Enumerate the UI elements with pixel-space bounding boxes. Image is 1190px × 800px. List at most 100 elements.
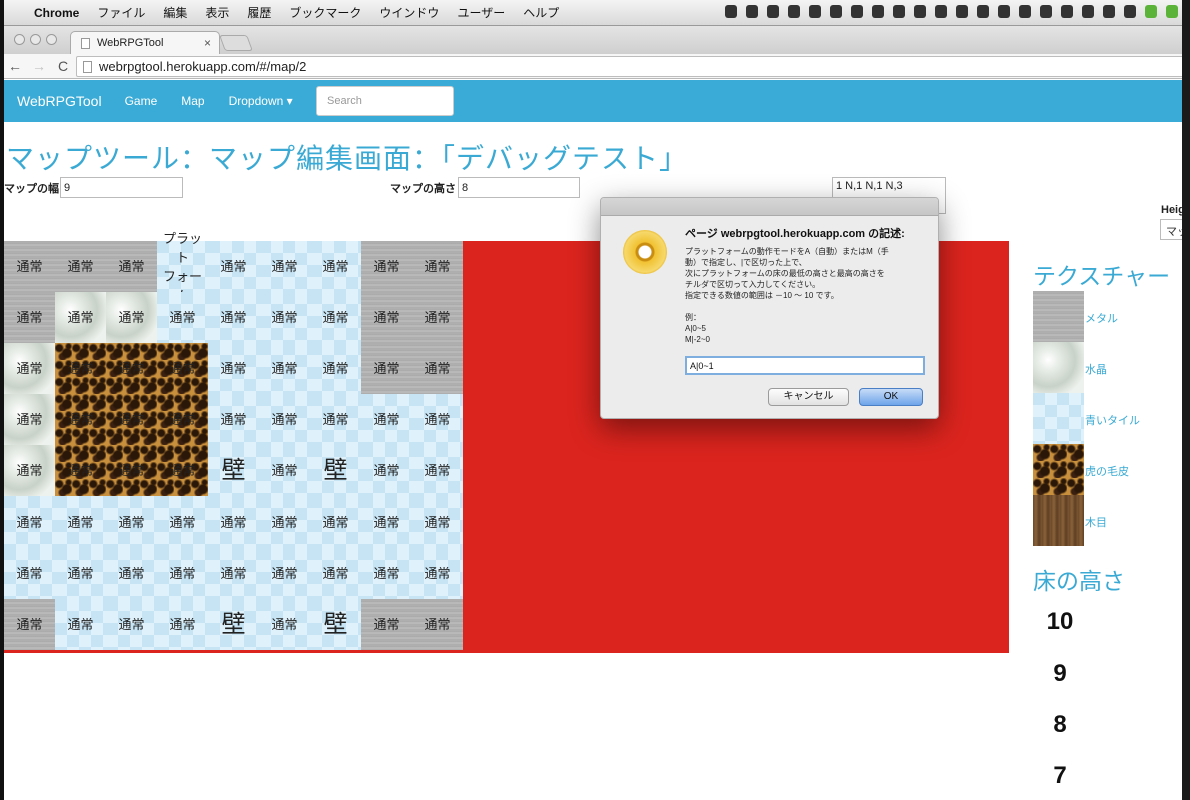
texture-label-crystal[interactable]: 水晶 (1085, 361, 1107, 377)
tray-icon[interactable] (872, 5, 884, 18)
browser-tab[interactable]: WebRPGTool × (70, 31, 220, 54)
zoom-window-button[interactable] (46, 34, 57, 45)
map-cell[interactable]: 通常 (310, 547, 361, 599)
map-cell[interactable]: 通常 (412, 598, 463, 650)
map-cell[interactable]: 通常 (106, 292, 157, 344)
menu-history[interactable]: 履歴 (247, 4, 271, 21)
map-cell[interactable]: 通常 (4, 598, 55, 650)
map-cell[interactable]: 通常 (55, 241, 106, 293)
menu-view[interactable]: 表示 (205, 4, 229, 21)
map-cell[interactable]: 通常 (310, 241, 361, 293)
map-cell[interactable]: 通常 (55, 292, 106, 344)
new-tab-button[interactable] (219, 35, 253, 51)
texture-label-metal[interactable]: メタル (1085, 310, 1118, 326)
map-cell[interactable]: 通常 (208, 241, 259, 293)
map-cell[interactable]: 通常 (259, 496, 310, 548)
map-cell[interactable]: 通常 (106, 445, 157, 497)
tray-icon[interactable] (1103, 5, 1115, 18)
map-cell[interactable]: 通常 (412, 343, 463, 395)
map-cell[interactable]: 通常 (361, 343, 412, 395)
map-cell[interactable]: 通常 (157, 292, 208, 344)
texture-swatch-wood-grain[interactable] (1033, 495, 1084, 546)
tray-icon[interactable] (1061, 5, 1073, 18)
menu-user[interactable]: ユーザー (457, 4, 505, 21)
map-cell[interactable]: 壁 (310, 445, 361, 497)
texture-swatch-crystal[interactable] (1033, 342, 1084, 393)
texture-swatch-metal[interactable] (1033, 291, 1084, 342)
map-cell[interactable]: 通常 (361, 598, 412, 650)
map-cell[interactable]: 通常 (310, 292, 361, 344)
menu-file[interactable]: ファイル (97, 4, 145, 21)
tray-icon[interactable] (1166, 5, 1178, 18)
forward-arrow-icon[interactable]: → (30, 58, 48, 74)
map-width-field[interactable] (60, 177, 183, 198)
map-cell[interactable]: プラット フォーム (157, 231, 208, 303)
cancel-button[interactable]: キャンセル (768, 388, 849, 406)
map-cell[interactable]: 通常 (310, 496, 361, 548)
tray-icon[interactable] (725, 5, 737, 18)
map-cell[interactable]: 通常 (259, 598, 310, 650)
map-cell[interactable]: 通常 (361, 394, 412, 446)
map-cell[interactable]: 通常 (259, 292, 310, 344)
map-cell[interactable]: 通常 (208, 343, 259, 395)
map-cell[interactable]: 通常 (259, 394, 310, 446)
map-cell[interactable]: 通常 (361, 547, 412, 599)
nav-dropdown-toggle[interactable]: Dropdown ▾ (229, 94, 293, 108)
menu-window[interactable]: ウインドウ (379, 4, 439, 21)
menu-help[interactable]: ヘルプ (523, 4, 559, 21)
texture-label-wood-grain[interactable]: 木目 (1085, 514, 1107, 530)
map-cell[interactable]: 通常 (4, 292, 55, 344)
close-window-button[interactable] (14, 34, 25, 45)
map-cell[interactable]: 通常 (106, 496, 157, 548)
map-cell[interactable]: 通常 (361, 496, 412, 548)
tray-icon[interactable] (830, 5, 842, 18)
map-cell[interactable]: 通常 (55, 547, 106, 599)
back-arrow-icon[interactable]: ← (6, 58, 24, 74)
search-input[interactable] (316, 86, 454, 116)
map-cell[interactable]: 通常 (106, 598, 157, 650)
map-cell[interactable]: 通常 (259, 343, 310, 395)
map-cell[interactable]: 通常 (208, 394, 259, 446)
map-cell[interactable]: 通常 (208, 496, 259, 548)
floor-height-option[interactable]: 9 (1040, 660, 1080, 688)
tray-icon[interactable] (788, 5, 800, 18)
map-cell[interactable]: 通常 (157, 394, 208, 446)
texture-swatch-blue-tile[interactable] (1033, 393, 1084, 444)
map-cell[interactable]: 通常 (4, 445, 55, 497)
map-cell[interactable]: 壁 (310, 598, 361, 650)
floor-height-option[interactable]: 10 (1040, 608, 1080, 636)
tray-icon[interactable] (1082, 5, 1094, 18)
map-cell[interactable]: 通常 (361, 292, 412, 344)
floor-height-option[interactable]: 8 (1040, 711, 1080, 739)
map-cell[interactable]: 通常 (412, 394, 463, 446)
nav-game-link[interactable]: Game (125, 94, 158, 108)
map-cell[interactable]: 通常 (259, 547, 310, 599)
tray-icon[interactable] (809, 5, 821, 18)
tray-icon[interactable] (914, 5, 926, 18)
map-cell[interactable]: 通常 (208, 292, 259, 344)
map-cell[interactable]: 通常 (55, 394, 106, 446)
map-cell[interactable]: 通常 (106, 547, 157, 599)
menu-edit[interactable]: 編集 (163, 4, 187, 21)
map-cell[interactable]: 通常 (55, 598, 106, 650)
tray-icon[interactable] (977, 5, 989, 18)
tray-icon[interactable] (1019, 5, 1031, 18)
map-cell[interactable]: 通常 (412, 445, 463, 497)
tray-icon[interactable] (1124, 5, 1136, 18)
map-cell[interactable]: 壁 (208, 598, 259, 650)
map-cell[interactable]: 通常 (4, 547, 55, 599)
menu-bookmarks[interactable]: ブックマーク (289, 4, 361, 21)
texture-label-blue-tile[interactable]: 青いタイル (1085, 412, 1140, 428)
map-cell[interactable]: 通常 (208, 547, 259, 599)
map-cell[interactable]: 通常 (157, 547, 208, 599)
tray-icon[interactable] (851, 5, 863, 18)
map-cell[interactable]: 通常 (55, 445, 106, 497)
floor-height-option[interactable]: 7 (1040, 762, 1080, 790)
tray-icon[interactable] (893, 5, 905, 18)
map-cell[interactable]: 通常 (412, 292, 463, 344)
tray-icon[interactable] (767, 5, 779, 18)
map-cell[interactable]: 通常 (259, 445, 310, 497)
map-cell[interactable]: 通常 (412, 547, 463, 599)
map-cell[interactable]: 通常 (157, 445, 208, 497)
map-cell[interactable]: 通常 (4, 496, 55, 548)
